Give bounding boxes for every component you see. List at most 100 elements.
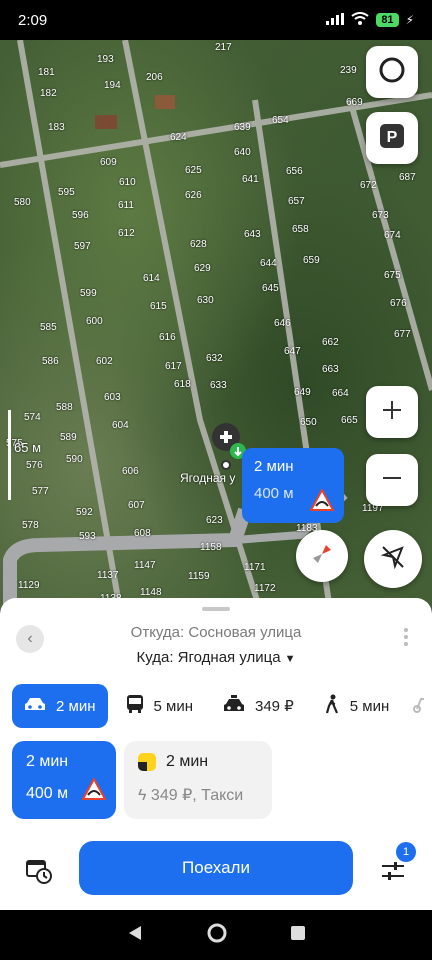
plot-number: 611 [118,200,134,211]
history-icon [24,860,54,890]
zoom-out-button[interactable] [366,454,418,506]
taxi-card-time: 2 мин [166,753,209,770]
mode-car[interactable]: 2 мин [12,684,108,728]
plot-number: 647 [284,346,301,357]
plot-number: 624 [170,132,187,143]
plot-number: 182 [40,88,57,99]
plot-number: 586 [42,356,59,367]
plot-number: 676 [390,298,407,309]
zoom-in-button[interactable] [366,386,418,438]
plot-number: 596 [72,210,89,221]
plot-number: 677 [394,329,411,340]
status-bar: 2:09 81 ⚡ [0,0,432,40]
plot-number: 640 [234,147,251,158]
plot-number: 577 [32,486,49,497]
scooter-icon [413,695,427,717]
plot-number: 595 [58,187,75,198]
plot-number: 1148 [140,587,162,598]
plot-number: 574 [24,412,41,423]
plot-number: 650 [300,417,317,428]
settings-badge: 1 [396,842,416,862]
route-card-car[interactable]: 2 мин 400 м [12,741,116,819]
caret-down-icon: ▼ [284,653,296,665]
go-button[interactable]: Поехали [79,841,353,895]
map-scale: 65 м [8,410,42,500]
plot-number: 593 [79,531,96,542]
nav-back-icon[interactable] [126,924,144,947]
plot-number: 1159 [188,571,210,582]
plot-number: 662 [322,337,339,348]
nav-home-icon[interactable] [206,922,228,949]
mode-transit[interactable]: 5 мин [114,684,206,728]
plot-number: 1172 [254,583,276,594]
plot-number: 669 [346,97,363,108]
plot-number: 659 [303,255,320,266]
map-view[interactable]: 193 217 181 206 239 182 194 669 183 624 639 654 687 6… [0,40,432,610]
plot-number: 614 [143,273,160,284]
plot-number: 639 [234,122,251,133]
car-icon [24,696,46,716]
plot-number: 576 [26,460,43,471]
parking-icon: P [379,123,405,154]
to-address-label: Куда: Ягодная улица [136,649,281,666]
plot-number: 590 [66,454,83,465]
transport-modes: 2 мин 5 мин 349 ₽ 5 мин [12,684,432,728]
plot-number: 644 [260,258,277,269]
mode-walk-label: 5 мин [349,697,390,715]
plot-number: 658 [292,224,309,235]
mode-car-label: 2 мин [56,697,96,715]
route-card-taxi[interactable]: 2 мин ϟ 349 ₽, Такси [124,741,272,819]
bus-icon [126,694,144,718]
history-button[interactable] [24,856,54,886]
status-time: 2:09 [18,11,48,29]
plot-number: 194 [104,80,121,91]
route-card-time: 2 мин [26,753,69,770]
plot-number: 643 [244,229,261,240]
plot-number: 607 [128,500,145,511]
layers-icon [378,56,406,89]
plot-number: 206 [146,72,163,83]
from-address[interactable]: Откуда: Сосновая улица [0,624,432,641]
navigation-off-icon [380,544,406,575]
signal-icon [326,12,345,29]
plot-number: 617 [165,361,182,372]
location-off-button[interactable] [364,530,422,588]
walk-icon [324,694,340,718]
charging-icon: ⚡ [405,13,414,27]
plot-number: 674 [384,230,401,241]
plot-number: 654 [272,115,289,126]
plot-number: 641 [242,174,259,185]
plot-number: 608 [134,528,151,539]
plot-number: 239 [340,65,357,76]
scale-label: 65 м [14,440,42,455]
plot-number: 618 [174,379,191,390]
minus-icon [381,467,403,494]
sheet-handle[interactable] [202,607,230,611]
plot-number: 615 [150,301,167,312]
lightning-icon: ϟ [138,787,147,804]
plot-number: 1137 [97,570,119,581]
parking-button[interactable]: P [366,112,418,164]
plot-number: 687 [399,172,416,183]
plot-number: 592 [76,507,93,518]
mode-taxi-label: 349 ₽ [255,698,294,715]
mode-taxi[interactable]: 349 ₽ [211,684,306,728]
nav-recents-icon[interactable] [290,925,306,946]
plot-number: 663 [322,364,339,375]
layers-button[interactable] [366,46,418,98]
more-options-icon[interactable] [404,628,408,646]
mode-transit-label: 5 мин [153,697,194,715]
bubble-time: 2 мин [254,458,294,475]
route-time-bubble[interactable]: 2 мин 400 м [242,448,344,523]
plot-number: 633 [210,380,227,391]
mode-scooter[interactable] [407,684,432,728]
svg-text:P: P [387,129,398,146]
mode-walk[interactable]: 5 мин [312,684,402,728]
plus-icon [381,399,403,426]
plot-number: 646 [274,318,291,329]
plot-number: 673 [372,210,389,221]
compass-button[interactable] [296,530,348,582]
road-bump-icon [81,776,107,805]
plot-number: 628 [190,239,207,250]
to-address[interactable]: Куда: Ягодная улица ▼ [0,649,432,666]
